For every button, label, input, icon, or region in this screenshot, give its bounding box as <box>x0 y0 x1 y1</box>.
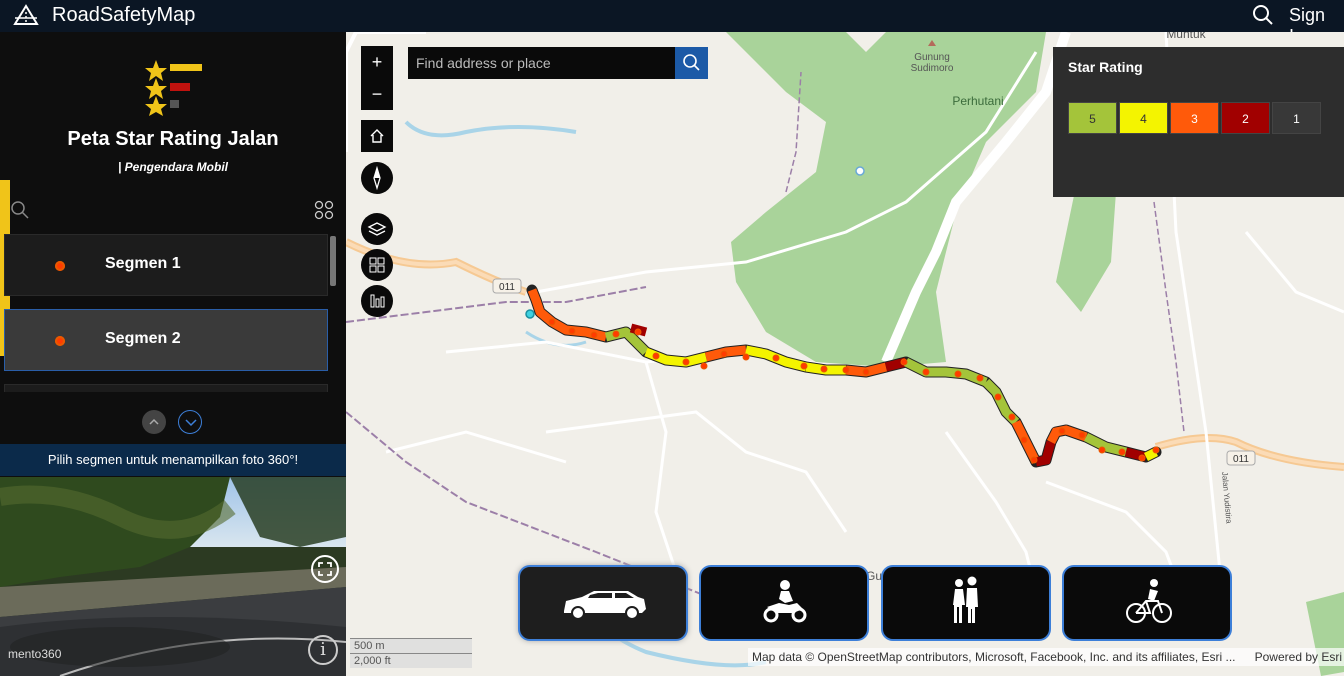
star-rating-legend: Star Rating 5 4 3 2 1 <box>1053 47 1344 197</box>
pedestrian-icon <box>953 576 978 623</box>
segment-list: Segmen 1 Segmen 2 <box>0 232 346 392</box>
segment-marker-icon <box>55 336 65 346</box>
attribution-text[interactable]: Map data © OpenStreetMap contributors, M… <box>752 648 1236 666</box>
segment-label: Segmen 1 <box>105 255 181 272</box>
top-bar: RoadSafetyMap Sign In <box>0 0 1344 46</box>
legend-title: Star Rating <box>1068 59 1143 75</box>
search-input[interactable] <box>408 47 676 79</box>
bicycle-icon <box>1126 579 1172 623</box>
fullscreen-button[interactable] <box>311 555 339 583</box>
segment-marker-icon <box>55 261 65 271</box>
chevron-down-icon <box>185 419 197 427</box>
app-logo-icon[interactable] <box>12 4 40 26</box>
scale-imperial: 2,000 ft <box>350 653 472 668</box>
compass-button[interactable] <box>361 162 393 194</box>
app-title[interactable]: RoadSafetyMap <box>52 4 195 27</box>
scale-bar: 500 m 2,000 ft <box>350 638 472 668</box>
car-icon <box>564 591 646 620</box>
powered-by-esri[interactable]: Powered by Esri <box>1255 648 1342 666</box>
layers-icon <box>367 222 387 236</box>
mode-bicycle-button[interactable] <box>1062 565 1232 641</box>
zoom-control: + − <box>361 46 393 110</box>
photo-hint: Pilih segmen untuk menampilkan foto 360°… <box>0 444 346 476</box>
zoom-in-button[interactable]: + <box>361 46 393 78</box>
segment-label: Segmen 2 <box>105 330 181 347</box>
bar-chart-icon <box>370 294 385 308</box>
street-label-jalan-yudistira: Jalan Yudistira <box>1220 471 1234 524</box>
scale-metric: 500 m <box>350 638 472 653</box>
expand-icon <box>318 562 332 576</box>
place-label-gunung: Gunung <box>914 52 950 63</box>
legend-item-2: 2 <box>1221 102 1270 134</box>
side-panel: Peta Star Rating Jalan | Pengendara Mobi… <box>0 32 346 676</box>
chart-button[interactable] <box>361 285 393 317</box>
legend-item-5: 5 <box>1068 102 1117 134</box>
list-scrollbar[interactable] <box>330 236 336 286</box>
street-photo-360[interactable]: i mento360 <box>0 477 346 676</box>
mode-motorcycle-button[interactable] <box>699 565 869 641</box>
legend-item-1: 1 <box>1272 102 1321 134</box>
place-label-sudimoro: Sudimoro <box>911 63 954 74</box>
previous-segment-button[interactable] <box>142 410 166 434</box>
place-label-perhutani: Perhutani <box>952 94 1003 108</box>
search-icon <box>683 54 700 71</box>
search-submit-button[interactable] <box>675 47 708 79</box>
layers-button[interactable] <box>361 213 393 245</box>
panel-subtitle: | Pengendara Mobil <box>117 160 229 174</box>
mode-car-button[interactable] <box>518 565 688 641</box>
compass-icon <box>373 165 381 191</box>
home-button[interactable] <box>361 120 393 152</box>
map-attribution[interactable]: Map data © OpenStreetMap contributors, M… <box>748 648 1344 666</box>
zoom-out-button[interactable]: − <box>361 78 393 110</box>
place-label-muntuk: Muntuk <box>1166 32 1206 41</box>
motorcycle-icon <box>763 580 807 623</box>
route-shield-011-a: 011 <box>499 282 515 293</box>
map-view[interactable]: 011 011 Muntuk Gunung Sudimoro Perhutani… <box>346 32 1344 676</box>
map-search <box>408 47 676 79</box>
list-item-segment-1[interactable]: Segmen 1 <box>4 234 328 296</box>
panel-title: Peta Star Rating Jalan <box>67 128 279 150</box>
grid-view-icon[interactable] <box>314 200 334 220</box>
legend-item-3: 3 <box>1170 102 1219 134</box>
search-icon[interactable] <box>1252 4 1274 26</box>
home-icon <box>370 129 384 143</box>
legend-item-4: 4 <box>1119 102 1168 134</box>
mode-pedestrian-button[interactable] <box>881 565 1051 641</box>
list-item-segment-2[interactable]: Segmen 2 <box>4 309 328 371</box>
info-button[interactable]: i <box>308 635 338 665</box>
list-search-icon[interactable] <box>10 200 30 220</box>
next-segment-button[interactable] <box>178 410 202 434</box>
star-rating-logo-icon <box>145 60 202 116</box>
chevron-up-icon <box>149 418 159 425</box>
route-shield-011-b: 011 <box>1233 454 1249 465</box>
grid-icon <box>369 257 385 273</box>
basemap-gallery-button[interactable] <box>361 249 393 281</box>
list-item-segment-3[interactable] <box>4 384 328 392</box>
photo-watermark: mento360 <box>8 647 62 661</box>
